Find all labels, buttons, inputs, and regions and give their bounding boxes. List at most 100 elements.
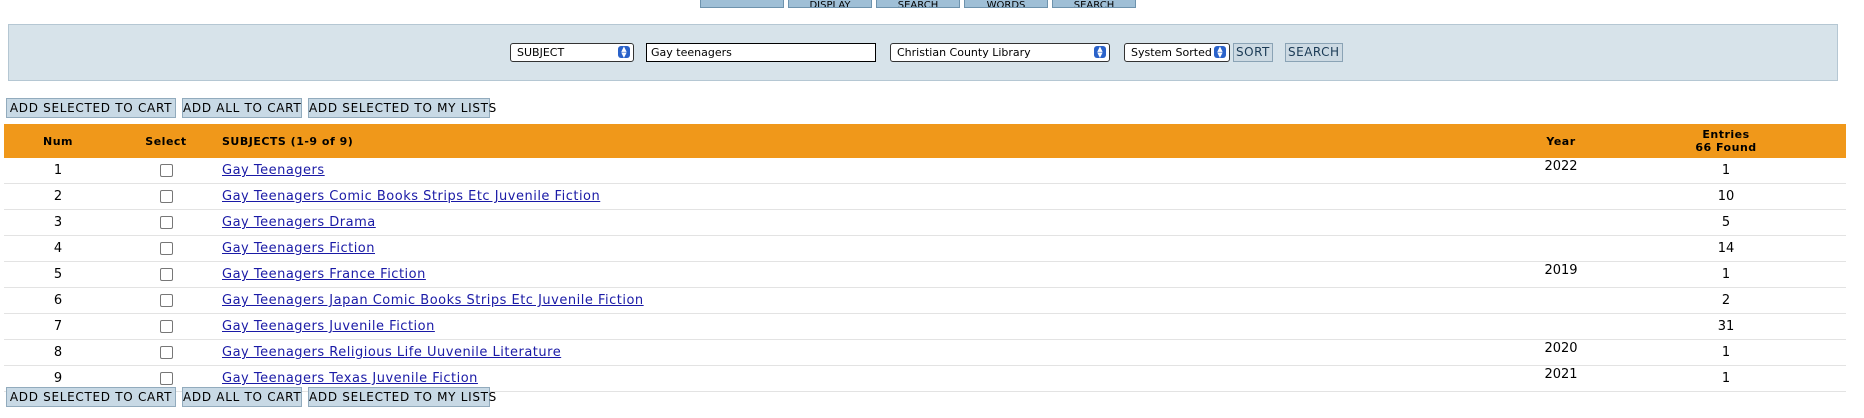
table-row: 3 Gay Teenagers Drama 5 xyxy=(4,209,1846,236)
row-select-checkbox[interactable] xyxy=(159,216,173,229)
header-num: Num xyxy=(4,124,112,158)
row-num: 6 xyxy=(4,287,112,314)
top-tab-1[interactable] xyxy=(700,0,784,8)
search-panel: SUBJECT ▲ ▼ Gay teenagers Christian Count… xyxy=(8,24,1838,81)
row-select-checkbox[interactable] xyxy=(159,294,173,307)
bottom-action-buttons: ADD SELECTED TO CART ADD ALL TO CART ADD… xyxy=(6,387,496,407)
sort-select-value: System Sorted xyxy=(1131,46,1212,59)
row-entries: 10 xyxy=(1606,183,1846,210)
row-select-cell xyxy=(112,158,220,184)
table-row: 2 Gay Teenagers Comic Books Strips Etc Ju… xyxy=(4,183,1846,210)
row-subject-cell: Gay Teenagers France Fiction xyxy=(220,261,1516,288)
table-row: 8 Gay Teenagers Religious Life Uuvenile L… xyxy=(4,339,1846,366)
row-subject-cell: Gay Teenagers Comic Books Strips Etc Juv… xyxy=(220,183,1516,210)
search-input[interactable]: Gay teenagers xyxy=(646,43,876,62)
sort-button[interactable]: SORT xyxy=(1233,43,1273,62)
add-selected-to-cart-button[interactable]: ADD SELECTED TO CART xyxy=(6,98,176,118)
row-num: 3 xyxy=(4,209,112,236)
row-select-cell xyxy=(112,339,220,366)
row-entries: 1 xyxy=(1606,365,1846,392)
top-tab-strip: DISPLAY SEARCH WORDS SEARCH xyxy=(700,0,1136,9)
row-entries: 1 xyxy=(1606,261,1846,288)
row-num: 4 xyxy=(4,235,112,262)
add-selected-to-my-lists-button-bottom[interactable]: ADD SELECTED TO MY LISTS xyxy=(308,387,496,407)
table-row: 1 Gay Teenagers 2022 1 xyxy=(4,158,1846,184)
subject-link[interactable]: Gay Teenagers xyxy=(222,163,325,178)
header-entries: Entries 66 Found xyxy=(1606,124,1846,158)
row-entries: 5 xyxy=(1606,209,1846,236)
header-select: Select xyxy=(112,124,220,158)
row-year: 2021 xyxy=(1516,365,1606,392)
row-year xyxy=(1516,313,1606,340)
row-subject-cell: Gay Teenagers Japan Comic Books Strips E… xyxy=(220,287,1516,314)
row-entries: 1 xyxy=(1606,339,1846,366)
search-button[interactable]: SEARCH xyxy=(1285,43,1343,62)
row-entries: 2 xyxy=(1606,287,1846,314)
row-select-cell xyxy=(112,261,220,288)
row-num: 5 xyxy=(4,261,112,288)
row-subject-cell: Gay Teenagers xyxy=(220,158,1516,184)
row-select-checkbox[interactable] xyxy=(159,372,173,385)
row-select-checkbox[interactable] xyxy=(159,190,173,203)
sort-select[interactable]: System Sorted ▲ ▼ xyxy=(1124,43,1230,62)
subject-link[interactable]: Gay Teenagers Fiction xyxy=(222,241,375,256)
subject-link[interactable]: Gay Teenagers France Fiction xyxy=(222,267,426,282)
subject-link[interactable]: Gay Teenagers Religious Life Uuvenile Li… xyxy=(222,345,561,360)
table-row: 4 Gay Teenagers Fiction 14 xyxy=(4,235,1846,262)
row-select-checkbox[interactable] xyxy=(159,320,173,333)
chevron-updown-icon: ▲ ▼ xyxy=(1094,46,1106,59)
row-select-cell xyxy=(112,183,220,210)
row-entries: 14 xyxy=(1606,235,1846,262)
top-tab-words[interactable]: WORDS xyxy=(964,0,1048,8)
table-row: 7 Gay Teenagers Juvenile Fiction 31 xyxy=(4,313,1846,340)
row-year xyxy=(1516,235,1606,262)
table-row: 5 Gay Teenagers France Fiction 2019 1 xyxy=(4,261,1846,288)
table-row: 6 Gay Teenagers Japan Comic Books Strips … xyxy=(4,287,1846,314)
library-select-value: Christian County Library xyxy=(897,46,1031,59)
search-type-select[interactable]: SUBJECT ▲ ▼ xyxy=(510,43,634,62)
subject-link[interactable]: Gay Teenagers Juvenile Fiction xyxy=(222,319,435,334)
row-year: 2022 xyxy=(1516,158,1606,184)
row-select-cell xyxy=(112,209,220,236)
row-select-checkbox[interactable] xyxy=(159,346,173,359)
row-num: 8 xyxy=(4,339,112,366)
row-year xyxy=(1516,183,1606,210)
top-tab-search[interactable]: SEARCH xyxy=(876,0,960,8)
header-entries-label: Entries xyxy=(1702,128,1750,141)
row-subject-cell: Gay Teenagers Religious Life Uuvenile Li… xyxy=(220,339,1516,366)
row-subject-cell: Gay Teenagers Drama xyxy=(220,209,1516,236)
header-subjects: SUBJECTS (1-9 of 9) xyxy=(220,124,1516,158)
row-year xyxy=(1516,287,1606,314)
row-entries: 1 xyxy=(1606,158,1846,184)
subject-link[interactable]: Gay Teenagers Japan Comic Books Strips E… xyxy=(222,293,644,308)
row-num: 1 xyxy=(4,158,112,184)
row-select-checkbox[interactable] xyxy=(159,164,173,177)
subject-link[interactable]: Gay Teenagers Texas Juvenile Fiction xyxy=(222,371,478,386)
add-selected-to-my-lists-button[interactable]: ADD SELECTED TO MY LISTS xyxy=(308,98,496,118)
row-select-cell xyxy=(112,287,220,314)
header-year: Year xyxy=(1516,124,1606,158)
row-year xyxy=(1516,209,1606,236)
row-num: 7 xyxy=(4,313,112,340)
row-select-cell xyxy=(112,313,220,340)
row-select-checkbox[interactable] xyxy=(159,268,173,281)
top-tab-search-2[interactable]: SEARCH xyxy=(1052,0,1136,8)
header-entries-count: 66 Found xyxy=(1695,141,1757,154)
add-all-to-cart-button[interactable]: ADD ALL TO CART xyxy=(182,98,302,118)
search-input-value: Gay teenagers xyxy=(651,46,732,59)
row-select-checkbox[interactable] xyxy=(159,242,173,255)
row-entries: 31 xyxy=(1606,313,1846,340)
top-tab-display[interactable]: DISPLAY xyxy=(788,0,872,8)
row-subject-cell: Gay Teenagers Juvenile Fiction xyxy=(220,313,1516,340)
row-num: 2 xyxy=(4,183,112,210)
chevron-updown-icon: ▲ ▼ xyxy=(618,46,630,59)
add-selected-to-cart-button-bottom[interactable]: ADD SELECTED TO CART xyxy=(6,387,176,407)
library-select[interactable]: Christian County Library ▲ ▼ xyxy=(890,43,1110,62)
search-type-value: SUBJECT xyxy=(517,46,565,59)
subject-link[interactable]: Gay Teenagers Comic Books Strips Etc Juv… xyxy=(222,189,600,204)
chevron-updown-icon: ▲ ▼ xyxy=(1214,46,1226,59)
row-subject-cell: Gay Teenagers Fiction xyxy=(220,235,1516,262)
row-select-cell xyxy=(112,235,220,262)
subject-link[interactable]: Gay Teenagers Drama xyxy=(222,215,376,230)
add-all-to-cart-button-bottom[interactable]: ADD ALL TO CART xyxy=(182,387,302,407)
